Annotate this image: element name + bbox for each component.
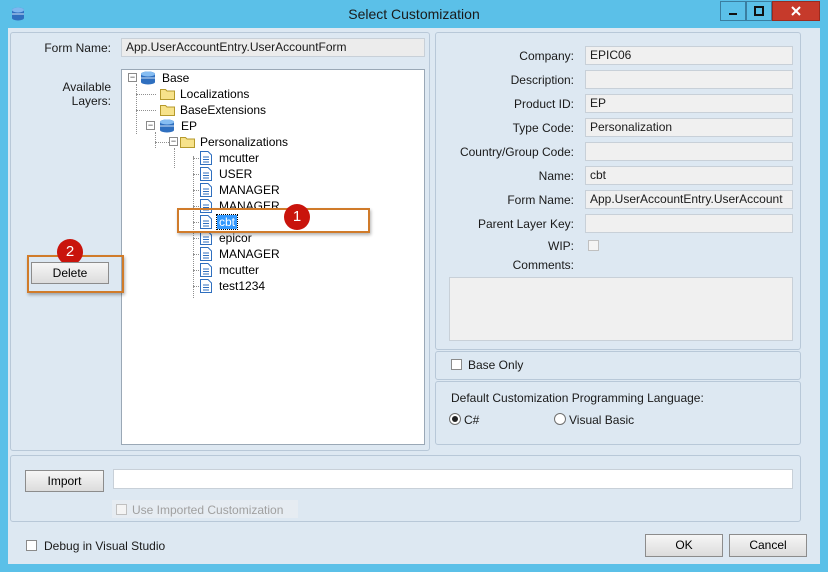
document-icon [200,279,212,293]
visual-basic-label: Visual Basic [569,413,635,427]
country-group-code-label: Country/Group Code: [459,145,574,159]
tree-node-personalization-0[interactable]: mcutter [200,150,261,166]
details-form-name-label: Form Name: [507,193,574,207]
csharp-label: C# [464,413,480,427]
debug-label: Debug in Visual Studio [44,539,166,553]
minimize-button[interactable] [720,1,746,21]
folder-icon [180,137,195,148]
ok-button[interactable]: OK [645,534,723,557]
import-button[interactable]: Import [25,470,104,492]
description-label: Description: [510,73,574,87]
minimize-icon [729,13,737,15]
tree-node-base[interactable]: Base [140,70,191,86]
dialog-window: Select Customization Form Name: App.User… [0,0,828,572]
tree-node-ep[interactable]: EP [159,118,199,134]
use-imported-label: Use Imported Customization [132,503,284,517]
name-field[interactable]: cbt [585,166,793,185]
cancel-button[interactable]: Cancel [729,534,807,557]
form-name-field[interactable]: App.UserAccountEntry.UserAccountForm [121,38,425,57]
title-bar[interactable]: Select Customization [0,0,828,28]
country-group-code-field[interactable] [585,142,793,161]
available-layers-label: Available Layers: [62,80,111,108]
tree-node-label: BaseExtensions [180,103,267,117]
delete-button[interactable]: Delete [31,262,109,284]
form-name-label: Form Name: [44,41,111,55]
tree-node-label: test1234 [219,279,266,293]
product-id-field[interactable]: EP [585,94,793,113]
tree-node-label: mcutter [219,151,260,165]
company-label: Company: [519,49,574,63]
tree-node-baseextensions[interactable]: BaseExtensions [160,102,268,118]
tree-node-personalizations[interactable]: Personalizations [180,134,290,150]
dialog-client-area: Form Name: App.UserAccountEntry.UserAcco… [8,28,820,564]
collapse-ep-toggle[interactable]: − [146,121,155,130]
comments-label: Comments: [512,258,574,272]
wip-label: WIP: [548,239,574,253]
window-title: Select Customization [348,6,480,22]
csharp-radio[interactable] [449,413,461,425]
folder-icon [160,89,175,100]
tree-node-label: mcutter [219,263,260,277]
parent-layer-key-field[interactable] [585,214,793,233]
database-icon [160,119,174,133]
tree-node-personalization-6[interactable]: MANAGER [200,246,282,262]
base-only-checkbox[interactable] [451,359,462,370]
name-label: Name: [538,169,574,183]
tree-node-personalization-2[interactable]: MANAGER [200,182,282,198]
tree-node-label: EP [181,119,198,133]
tree-node-localizations[interactable]: Localizations [160,86,251,102]
import-path-field[interactable] [113,469,793,489]
tree-node-label: MANAGER [219,247,280,261]
tree-node-personalization-1[interactable]: USER [200,166,254,182]
tree-node-label: MANAGER [219,183,280,197]
base-only-label: Base Only [468,358,524,372]
parent-layer-key-label: Parent Layer Key: [477,217,574,231]
tree-node-personalization-8[interactable]: test1234 [200,278,267,294]
tree-node-label: USER [219,167,253,181]
layers-tree[interactable]: − Base Localizations BaseExtensions − EP… [121,69,425,445]
language-label: Default Customization Programming Langua… [451,391,704,405]
company-field[interactable]: EPIC06 [585,46,793,65]
description-field[interactable] [585,70,793,89]
collapse-base-toggle[interactable]: − [128,73,137,82]
type-code-label: Type Code: [512,121,574,135]
document-icon [200,247,212,261]
product-id-label: Product ID: [513,97,574,111]
database-icon [141,71,155,85]
close-button[interactable] [772,1,820,21]
tree-node-label: epicor [219,231,252,245]
document-icon [200,231,212,245]
visual-basic-radio[interactable] [554,413,566,425]
use-imported-checkbox[interactable] [116,504,127,515]
document-icon [200,167,212,181]
debug-checkbox[interactable] [26,540,37,551]
document-icon [200,151,212,165]
tree-node-label: Personalizations [200,135,289,149]
tree-node-personalization-7[interactable]: mcutter [200,262,261,278]
annotation-badge-1: 1 [284,204,310,230]
annotation-highlight-1 [177,208,370,233]
tree-node-label: Base [162,71,190,85]
document-icon [200,183,212,197]
folder-icon [160,105,175,116]
close-icon [791,6,801,16]
maximize-button[interactable] [746,1,772,21]
document-icon [200,263,212,277]
tree-node-label: Localizations [180,87,250,101]
maximize-icon [754,6,764,16]
comments-field[interactable] [449,277,793,341]
wip-checkbox[interactable] [588,240,599,251]
type-code-field[interactable]: Personalization [585,118,793,137]
collapse-personalizations-toggle[interactable]: − [169,137,178,146]
details-form-name-field[interactable]: App.UserAccountEntry.UserAccount [585,190,793,209]
